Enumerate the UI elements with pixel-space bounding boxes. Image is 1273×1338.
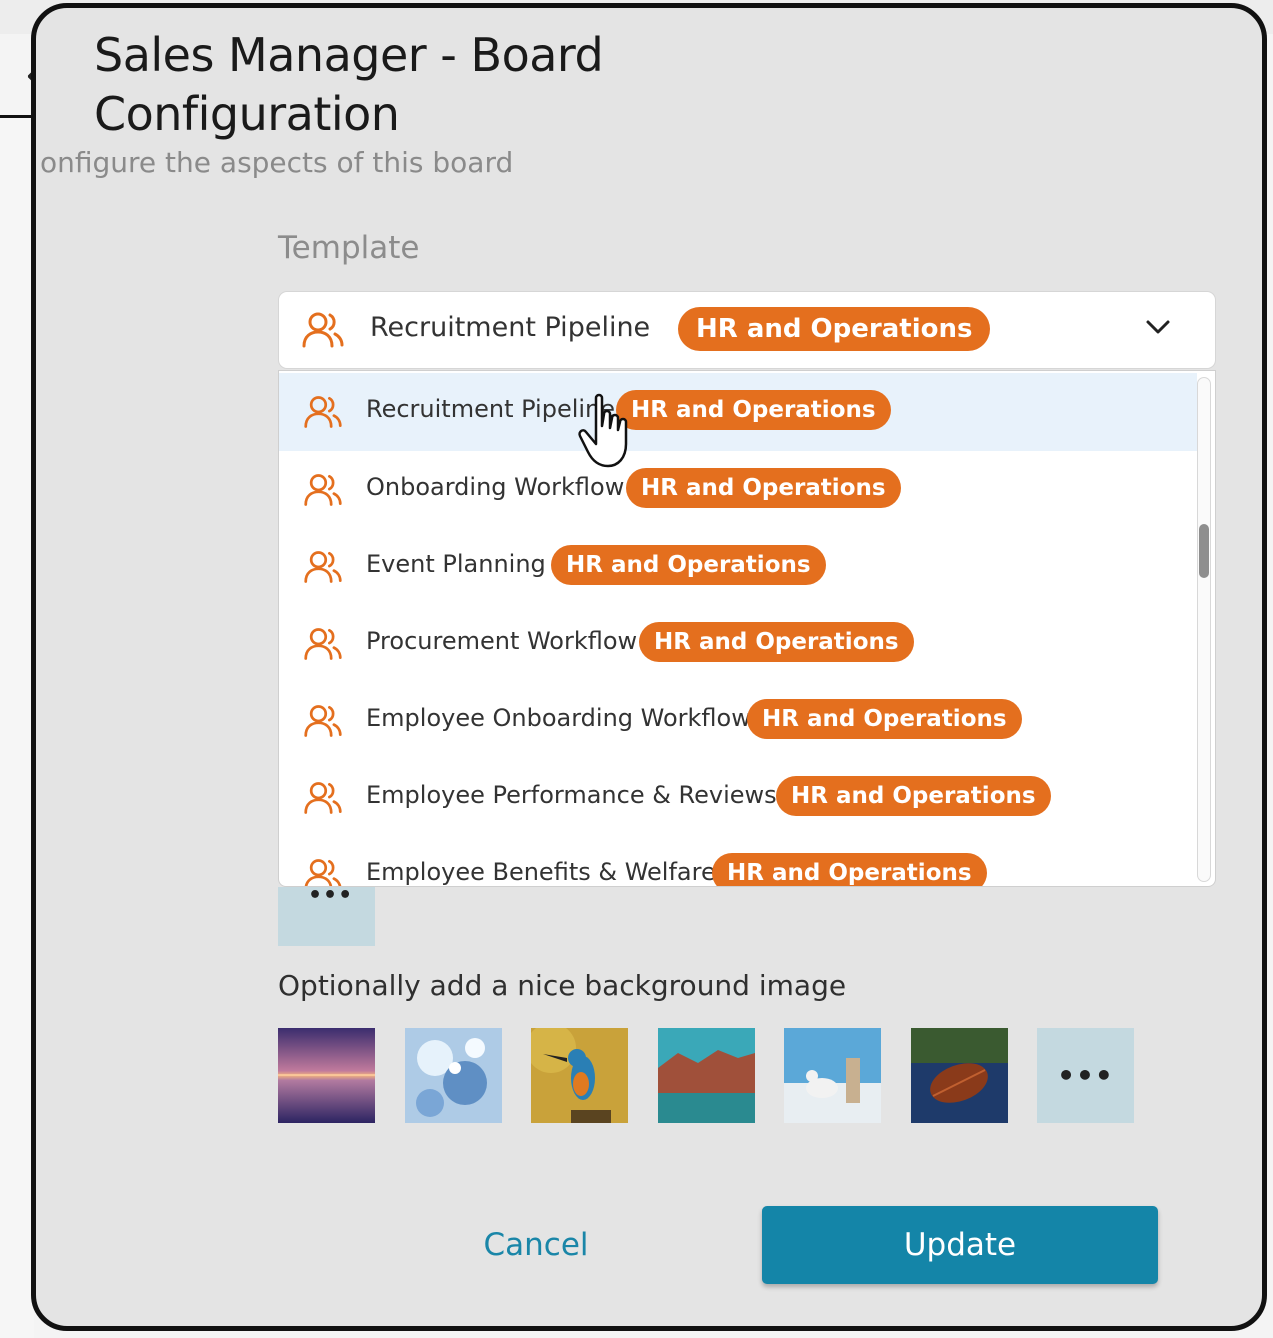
template-option-badge: HR and Operations — [747, 699, 1022, 739]
template-option[interactable]: Recruitment Pipeline HR and Operations — [279, 373, 1197, 451]
more-dots-icon: ••• — [308, 883, 354, 908]
template-option-badge: HR and Operations — [551, 545, 826, 585]
users-icon — [303, 548, 343, 590]
users-icon — [301, 310, 345, 354]
hand-pointer-cursor-icon — [574, 392, 638, 476]
update-button[interactable]: Update — [762, 1206, 1158, 1284]
users-icon — [303, 471, 343, 513]
dropdown-scrollbar[interactable] — [1197, 377, 1211, 882]
template-option-name: Employee Performance & Reviews — [366, 781, 777, 809]
selected-template-name: Recruitment Pipeline — [370, 312, 651, 343]
template-dropdown-list[interactable]: Recruitment Pipeline HR and Operations O… — [278, 370, 1216, 887]
board-configuration-modal: Sales Manager - Board Configuration onfi… — [31, 3, 1267, 1331]
template-option-name: Employee Onboarding Workflow — [366, 704, 751, 732]
chevron-down-icon[interactable] — [1145, 318, 1171, 340]
dropdown-scrollbar-thumb[interactable] — [1199, 524, 1209, 578]
template-option-name: Event Planning — [366, 550, 546, 578]
users-icon — [303, 779, 343, 821]
users-icon — [303, 393, 343, 435]
background-thumbnail-sunset-lake[interactable] — [278, 1028, 375, 1123]
template-option[interactable]: Procurement Workflow HR and Operations — [279, 605, 1197, 683]
background-thumbnail-water-splash[interactable] — [405, 1028, 502, 1123]
users-icon — [303, 702, 343, 744]
template-option-badge: HR and Operations — [616, 390, 891, 430]
template-select[interactable]: Recruitment Pipeline HR and Operations — [278, 291, 1216, 369]
modal-title: Sales Manager - Board Configuration — [94, 28, 604, 141]
template-option-badge: HR and Operations — [639, 622, 914, 662]
more-backgrounds-button[interactable]: ••• — [1037, 1028, 1134, 1123]
background-page-panel — [0, 118, 34, 1338]
background-thumbnail-kingfisher-bird[interactable] — [531, 1028, 628, 1123]
template-option[interactable]: Employee Onboarding Workflow HR and Oper… — [279, 682, 1197, 760]
modal-subtitle: onfigure the aspects of this board — [40, 146, 514, 179]
background-thumbnail-autumn-leaf[interactable] — [911, 1028, 1008, 1123]
template-option-name: Onboarding Workflow — [366, 473, 625, 501]
users-icon — [303, 625, 343, 667]
template-option-name: Employee Benefits & Welfare — [366, 858, 716, 886]
template-option-badge: HR and Operations — [712, 853, 987, 886]
cancel-button[interactable]: Cancel — [456, 1206, 616, 1284]
more-templates-tile[interactable]: ••• — [278, 883, 375, 946]
background-image-label: Optionally add a nice background image — [278, 969, 847, 1002]
template-option-name: Procurement Workflow — [366, 627, 638, 655]
template-option[interactable]: Onboarding Workflow HR and Operations — [279, 451, 1197, 529]
template-option[interactable]: Employee Performance & Reviews HR and Op… — [279, 759, 1197, 837]
background-thumbnail-seagull-lighthouse[interactable] — [784, 1028, 881, 1123]
template-option-badge: HR and Operations — [776, 776, 1051, 816]
template-option[interactable]: Event Planning HR and Operations — [279, 528, 1197, 606]
template-label: Template — [278, 230, 420, 266]
more-dots-icon: ••• — [1057, 1059, 1114, 1092]
selected-template-category-badge: HR and Operations — [678, 307, 991, 351]
template-option[interactable]: Employee Benefits & Welfare HR and Opera… — [279, 836, 1197, 886]
background-thumbnail-rocky-coast[interactable] — [658, 1028, 755, 1123]
template-option-badge: HR and Operations — [626, 468, 901, 508]
